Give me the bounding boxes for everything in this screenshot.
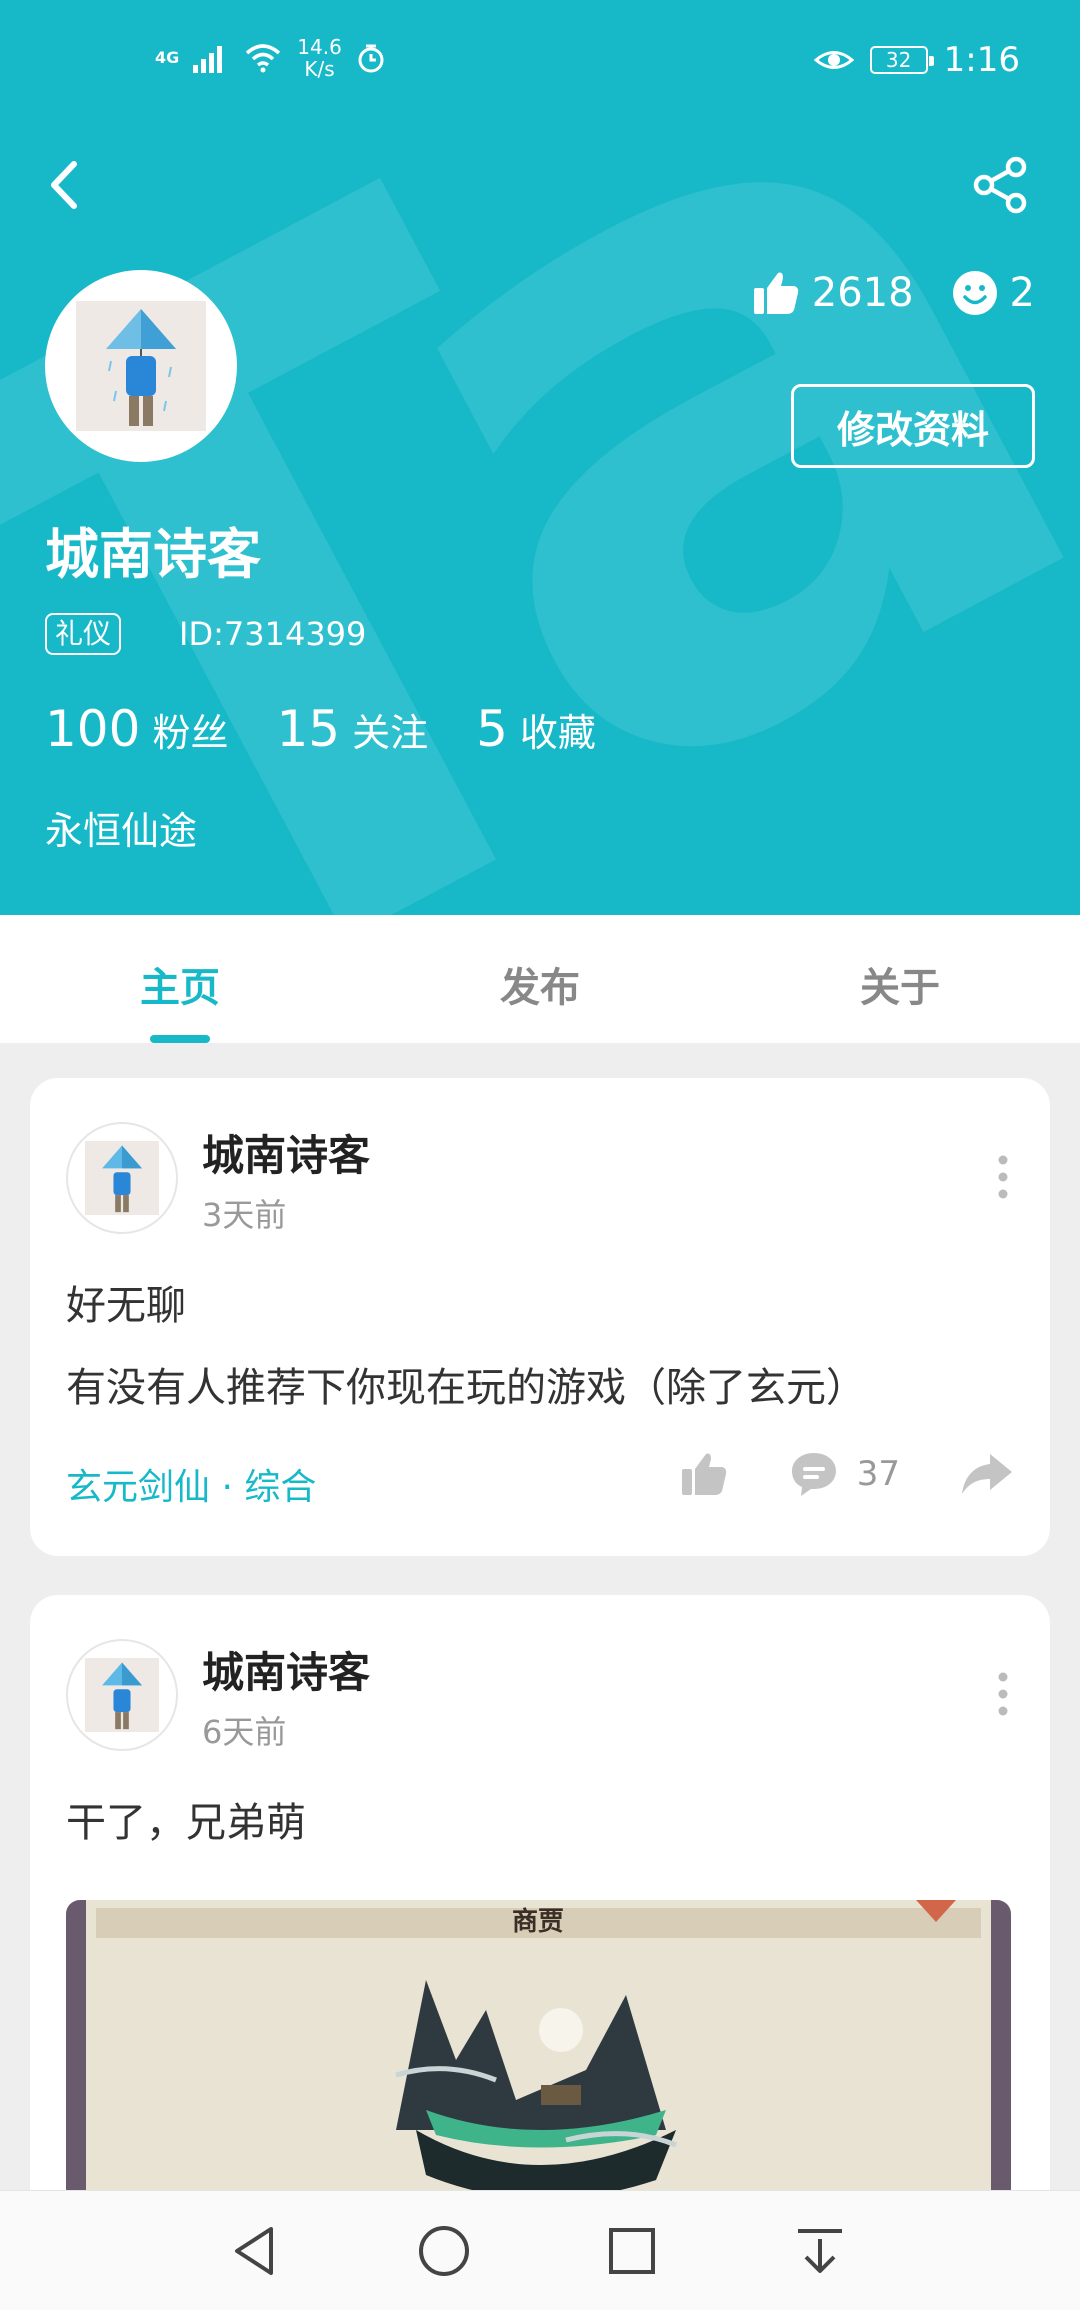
share-icon[interactable] <box>970 155 1030 215</box>
comment-action[interactable]: 37 <box>789 1450 900 1498</box>
profile-bio: 永恒仙途 <box>45 809 198 853</box>
favorites-label[interactable]: 收藏 <box>520 702 596 757</box>
image-caption: 商贾 <box>512 1906 564 1937</box>
post-time: 3天前 <box>202 1196 287 1234</box>
tab-posts[interactable]: 发布 <box>360 915 720 1043</box>
umbrella-figure-icon <box>85 1658 159 1732</box>
post-time: 6天前 <box>202 1713 287 1751</box>
battery-indicator: 32 <box>869 46 934 74</box>
network-label: 4G <box>155 48 180 67</box>
nav-recent-icon[interactable] <box>602 2221 662 2281</box>
profile-header: Ta 4G 14.6 K/s 32 1:16 2618 2 修改资料 城南诗客 … <box>0 0 1080 915</box>
profile-tag[interactable]: 礼仪 <box>45 613 122 655</box>
post-author-name[interactable]: 城南诗客 <box>202 1639 370 1700</box>
profile-tabs: 主页 发布 关于 <box>0 915 1080 1043</box>
avatar-image <box>76 301 206 431</box>
fans-count[interactable]: 100 <box>45 700 140 758</box>
eye-icon <box>813 51 854 69</box>
more-icon[interactable] <box>996 1671 1010 1717</box>
post-category[interactable]: 玄元剑仙 · 综合 <box>66 1458 316 1510</box>
following-count[interactable]: 15 <box>276 700 340 758</box>
signal-icon <box>193 46 223 73</box>
post-text-line: 干了，兄弟萌 <box>66 1800 306 1846</box>
network-speed: 14.6 K/s <box>297 36 342 80</box>
post-text-line: 有没有人推荐下你现在玩的游戏（除了玄元） <box>66 1365 866 1411</box>
umbrella-figure-icon <box>76 301 206 431</box>
profile-tag-row: 礼仪 ID:7314399 <box>45 613 366 655</box>
likes-stat: 2618 <box>752 270 914 316</box>
profile-reactions: 2618 2 <box>752 270 1035 316</box>
comment-icon <box>791 1453 836 1496</box>
profile-id: ID:7314399 <box>179 615 367 653</box>
post-text-line: 好无聊 <box>66 1283 186 1329</box>
thumb-up-icon <box>753 272 798 314</box>
clock: 1:16 <box>943 40 1020 80</box>
smiles-count: 2 <box>1009 270 1035 316</box>
system-nav-bar <box>0 2190 1080 2310</box>
post-author-avatar[interactable] <box>66 1639 178 1751</box>
fans-label[interactable]: 粉丝 <box>152 702 228 757</box>
profile-username: 城南诗客 <box>45 523 261 586</box>
avatar-image <box>85 1141 159 1215</box>
smiles-stat: 2 <box>952 270 1035 316</box>
thumb-up-icon[interactable] <box>679 1451 729 1497</box>
follow-stats: 100 粉丝 15 关注 5 收藏 <box>45 700 644 758</box>
forward-icon[interactable] <box>960 1452 1014 1496</box>
speed-unit: K/s <box>304 57 335 81</box>
smile-icon <box>952 271 997 315</box>
tab-home[interactable]: 主页 <box>0 915 360 1043</box>
alarm-icon <box>358 44 384 73</box>
status-right: 32 1:16 <box>813 40 1020 80</box>
wifi-icon <box>246 44 281 73</box>
speed-value: 14.6 <box>297 35 342 59</box>
avatar-image <box>85 1658 159 1732</box>
edit-profile-button[interactable]: 修改资料 <box>791 384 1035 468</box>
post-card[interactable]: 城南诗客 3天前 好无聊 有没有人推荐下你现在玩的游戏（除了玄元） 玄元剑仙 ·… <box>30 1078 1050 1556</box>
nav-back-icon[interactable] <box>225 2221 285 2281</box>
post-actions: 37 <box>679 1450 1014 1498</box>
status-bar: 4G 14.6 K/s 32 1:16 <box>0 0 1080 120</box>
more-icon[interactable] <box>996 1154 1010 1200</box>
back-icon[interactable] <box>40 150 90 220</box>
post-author-name[interactable]: 城南诗客 <box>202 1122 370 1183</box>
nav-notification-icon[interactable] <box>790 2221 850 2281</box>
post-author-avatar[interactable] <box>66 1122 178 1234</box>
tab-about[interactable]: 关于 <box>720 915 1080 1043</box>
profile-avatar[interactable] <box>45 270 237 462</box>
likes-count: 2618 <box>811 270 914 316</box>
umbrella-figure-icon <box>85 1141 159 1215</box>
status-left: 4G 14.6 K/s <box>155 36 386 80</box>
favorites-count[interactable]: 5 <box>476 700 508 758</box>
comment-count: 37 <box>856 1454 900 1494</box>
following-label[interactable]: 关注 <box>352 702 428 757</box>
nav-home-icon[interactable] <box>414 2221 474 2281</box>
